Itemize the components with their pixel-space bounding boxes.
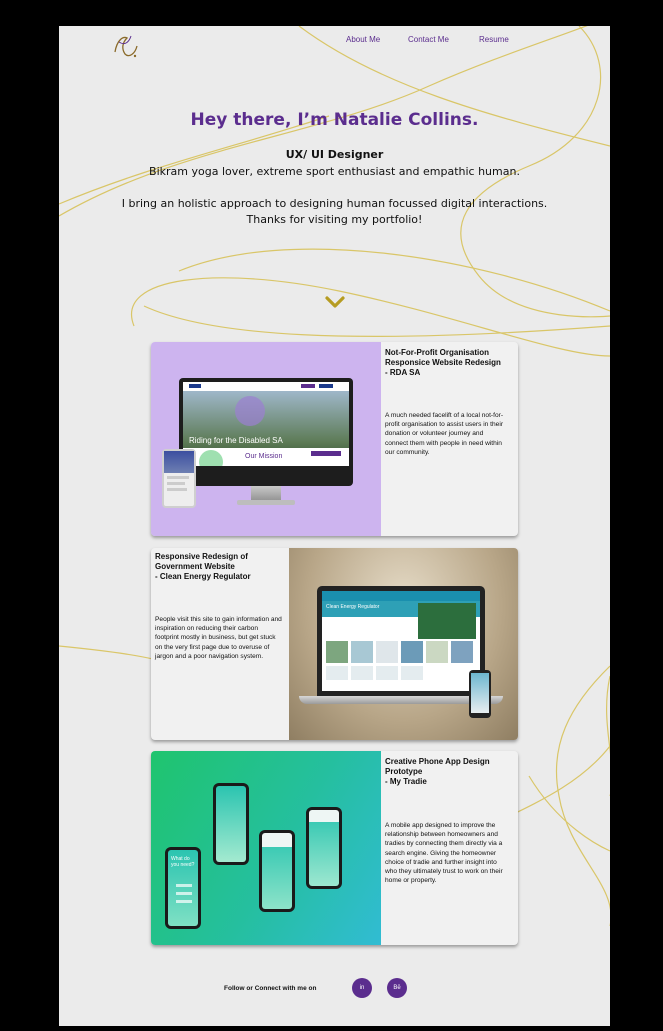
project-title: Creative Phone App Design Prototype - My… <box>385 757 490 786</box>
mock-subhead: Our Mission <box>245 453 283 460</box>
approach-text: I bring an holistic approach to designin… <box>121 197 548 210</box>
mock-question: What do you need? <box>171 856 195 868</box>
tagline: Bikram yoga lover, extreme sport enthusi… <box>149 165 520 178</box>
project-title: Responsive Redesign of Government Websit… <box>155 552 251 581</box>
project-image-rda: Riding for the Disabled SA Our Mission <box>151 342 381 536</box>
role-heading: UX/ UI Designer <box>285 148 384 161</box>
project-image-clean-energy: Clean Energy Regulator <box>289 548 518 740</box>
phone-mockup <box>259 830 295 912</box>
logo-monogram[interactable] <box>111 32 141 60</box>
monitor-mockup: Riding for the Disabled SA Our Mission <box>179 378 353 486</box>
project-title: Not-For-Profit Organisation Responsice W… <box>385 348 501 377</box>
nav-contact-me[interactable]: Contact Me <box>408 35 449 44</box>
follow-text: Follow or Connect with me on <box>224 985 317 992</box>
scroll-down-chevron-icon[interactable] <box>324 294 346 310</box>
page-title: Hey there, I’m Natalie Collins. <box>190 110 479 130</box>
nav-about-me[interactable]: About Me <box>346 35 380 44</box>
laptop-mockup: Clean Energy Regulator <box>317 586 485 696</box>
phone-mockup: What do you need? <box>165 847 201 929</box>
project-card-my-tradie[interactable]: What do you need? Creative Phone App Des… <box>151 751 518 945</box>
phone-mockup <box>469 670 491 718</box>
phone-mockup <box>306 807 342 889</box>
phone-mockup <box>162 449 196 508</box>
thanks-text: Thanks for visiting my portfolio! <box>246 213 423 226</box>
project-image-my-tradie: What do you need? <box>151 751 381 945</box>
phone-mockup <box>213 783 249 865</box>
project-description: A much needed facelift of a local not-fo… <box>385 412 504 456</box>
mock-headline: Riding for the Disabled SA <box>189 436 283 445</box>
project-card-rda-sa[interactable]: Riding for the Disabled SA Our Mission N… <box>151 342 518 536</box>
nav-resume[interactable]: Resume <box>479 35 509 44</box>
behance-icon[interactable]: Bē <box>387 978 407 998</box>
mock-headline: Clean Energy Regulator <box>326 604 380 610</box>
project-description: A mobile app designed to improve the rel… <box>385 822 503 885</box>
project-description: People visit this site to gain informati… <box>155 616 282 660</box>
linkedin-icon[interactable]: in <box>352 978 372 998</box>
project-card-clean-energy[interactable]: Responsive Redesign of Government Websit… <box>151 548 518 740</box>
portfolio-page: About Me Contact Me Resume Hey there, I’… <box>59 26 610 1026</box>
